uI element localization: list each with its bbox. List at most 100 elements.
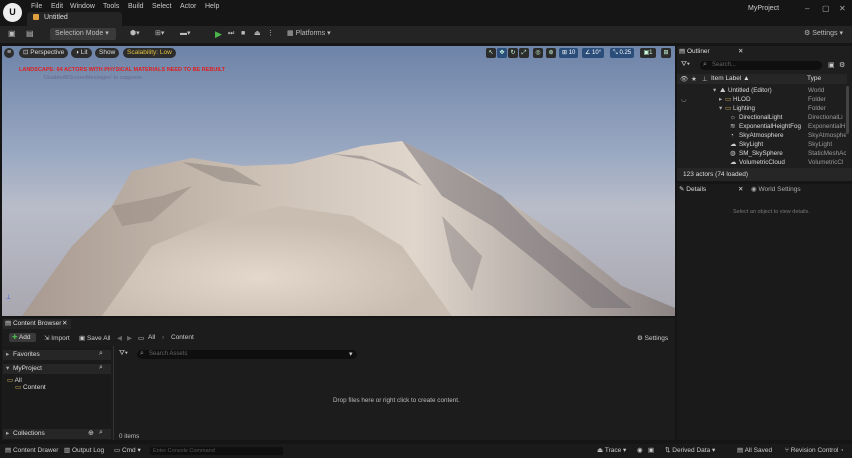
history-forward-icon[interactable]: ▶	[127, 334, 132, 342]
details-tab[interactable]: ✎ Details	[679, 185, 706, 195]
menu-tools[interactable]: Tools	[103, 3, 119, 10]
stop-icon[interactable]: ■	[241, 28, 245, 40]
derived-data-dropdown[interactable]: ⇅ Derived Data ▾	[665, 444, 715, 458]
translate-tool-icon[interactable]: ✥	[497, 48, 507, 58]
breadcrumb-all[interactable]: All	[148, 334, 155, 341]
collections-section[interactable]: Collections	[3, 429, 111, 439]
outliner-row[interactable]: ☁ VolumetricCloud VolumetricCl	[677, 158, 847, 167]
level-tab[interactable]: Untitled	[27, 12, 122, 26]
rotation-snap-button[interactable]: ∠ 10°	[582, 48, 605, 58]
outliner-row[interactable]: ◔ SkyAtmosphere SkyAtmosphe	[677, 131, 847, 140]
asset-filter-icon[interactable]: ⛛▾	[119, 350, 128, 358]
search-collections-icon[interactable]: ⌕	[99, 429, 103, 437]
rotate-tool-icon[interactable]: ↻	[508, 48, 518, 58]
cmd-dropdown[interactable]: ▭ Cmd ▾	[114, 444, 141, 458]
project-section[interactable]: MyProject	[3, 364, 111, 374]
save-icon[interactable]: ▣	[8, 28, 16, 40]
type-column-header[interactable]: Type	[807, 75, 821, 82]
menu-file[interactable]: File	[31, 3, 42, 10]
outliner-row[interactable]: ☼ DirectionalLight DirectionalLi	[677, 113, 847, 122]
outliner-row[interactable]: ◡ ▸ ▭ HLOD Folder	[677, 95, 847, 104]
project-section-label: MyProject	[13, 365, 42, 372]
history-back-icon[interactable]: ◀	[117, 334, 122, 342]
import-button[interactable]: ⇲ Import	[44, 334, 70, 342]
maximize-icon[interactable]: ▢	[822, 4, 830, 13]
close-window-icon[interactable]: ✕	[839, 4, 846, 13]
pin-column-icon[interactable]: ⊥	[702, 75, 708, 83]
trace-dropdown[interactable]: ⏏ Trace ▾	[597, 444, 626, 458]
breadcrumb-content[interactable]: Content	[171, 334, 194, 341]
surface-snap-icon[interactable]: ⊛	[546, 48, 556, 58]
console-input[interactable]: Enter Console Command	[150, 447, 283, 455]
play-icon[interactable]: ▶	[215, 28, 222, 40]
unreal-logo-icon[interactable]: U	[3, 3, 22, 22]
search-dropdown-icon[interactable]: ▾	[349, 350, 353, 358]
selection-mode-dropdown[interactable]: Selection Mode ▾	[50, 28, 116, 40]
menu-build[interactable]: Build	[128, 3, 144, 10]
viewport-menu-icon[interactable]: ≡	[4, 48, 14, 58]
eject-icon[interactable]: ⏏	[254, 28, 261, 40]
camera-speed-button[interactable]: ▣1	[640, 48, 656, 58]
menu-edit[interactable]: Edit	[51, 3, 63, 10]
world-space-icon[interactable]: ◎	[533, 48, 543, 58]
splitter[interactable]	[113, 346, 114, 440]
search-favorites-icon[interactable]: ⌕	[99, 350, 103, 358]
more-options-icon[interactable]: ⋮	[267, 28, 274, 40]
show-button[interactable]: Show	[95, 48, 120, 58]
record-icon[interactable]: ◉	[637, 444, 643, 458]
step-icon[interactable]: ⏭	[228, 28, 234, 40]
add-collection-icon[interactable]: ⊕	[88, 429, 94, 437]
all-saved-indicator[interactable]: ▤ All Saved	[737, 444, 772, 458]
filter-icon[interactable]: ⛛▾	[681, 61, 690, 69]
menu-actor[interactable]: Actor	[180, 3, 196, 10]
outliner-row[interactable]: ≋ ExponentialHeightFog ExponentialH	[677, 122, 847, 131]
screenshot-icon[interactable]: ▣	[648, 444, 654, 458]
scale-snap-button[interactable]: ⤡ 0.25	[610, 48, 635, 58]
outliner-row[interactable]: ▾ ▭ Lighting Folder	[677, 104, 847, 113]
tree-item-content[interactable]: ▭ Content	[15, 383, 46, 391]
outliner-row[interactable]: ◍ SM_SkySphere StaticMeshAc	[677, 149, 847, 158]
add-button[interactable]: ✚ Add	[9, 333, 36, 342]
outliner-scrollbar[interactable]	[846, 86, 849, 134]
asset-search-input[interactable]: Search Assets	[137, 350, 357, 359]
select-tool-icon[interactable]: ↖	[486, 48, 496, 58]
close-outliner-icon[interactable]: ✕	[738, 47, 743, 57]
content-icon[interactable]: ▤	[26, 28, 34, 40]
outliner-row[interactable]: ☁ SkyLight SkyLight	[677, 140, 847, 149]
menu-help[interactable]: Help	[205, 3, 219, 10]
perspective-button[interactable]: ⊡ Perspective	[19, 48, 69, 58]
lit-button[interactable]: ◑ Lit	[71, 48, 92, 58]
platforms-dropdown[interactable]: ▦ Platforms ▾	[287, 28, 331, 40]
revision-control-dropdown[interactable]: ⑂ Revision Control ▾	[785, 444, 844, 458]
world-settings-tab[interactable]: ◉ World Settings	[751, 185, 801, 195]
settings-dropdown[interactable]: ⚙ Settings ▾	[804, 28, 843, 40]
outliner-search-input[interactable]: Search...	[700, 61, 822, 70]
close-content-browser-icon[interactable]: ✕	[62, 319, 67, 329]
star-column-icon[interactable]: ★	[691, 75, 697, 83]
outliner-row[interactable]: ▾ ⛰ Untitled (Editor) World	[677, 86, 847, 95]
content-drawer-button[interactable]: ▤ Content Drawer	[5, 444, 58, 458]
maximize-viewport-icon[interactable]: ⊞	[661, 48, 671, 58]
add-folder-icon[interactable]: ▣	[828, 61, 835, 69]
menu-select[interactable]: Select	[152, 3, 171, 10]
search-project-icon[interactable]: ⌕	[99, 364, 103, 372]
minimize-icon[interactable]: –	[805, 4, 809, 13]
close-details-icon[interactable]: ✕	[738, 185, 743, 195]
scale-tool-icon[interactable]: ⤢	[519, 48, 529, 58]
output-log-button[interactable]: ▥ Output Log	[64, 444, 104, 458]
content-browser-tab[interactable]: ▤ Content Browser	[5, 319, 61, 329]
outliner-settings-icon[interactable]: ⚙	[839, 61, 845, 69]
save-all-button[interactable]: ▣ Save All	[79, 334, 110, 342]
scalability-button[interactable]: Scalability: Low	[123, 48, 176, 58]
grid-snap-button[interactable]: ⊞ 10	[559, 48, 579, 58]
menu-window[interactable]: Window	[70, 3, 95, 10]
level-viewport[interactable]	[2, 46, 675, 316]
blueprint-icon[interactable]: ⊞▾	[155, 28, 164, 40]
visibility-column-icon[interactable]: 👁	[680, 75, 688, 83]
cinematics-icon[interactable]: ▬▾	[180, 28, 191, 40]
item-label-column-header[interactable]: Item Label ▲	[711, 75, 750, 82]
favorites-section[interactable]: Favorites	[3, 350, 111, 360]
add-actor-icon[interactable]: ⬢▾	[130, 28, 140, 40]
content-settings-button[interactable]: ⚙ Settings	[637, 334, 668, 342]
outliner-tab[interactable]: ▤ Outliner	[679, 47, 710, 57]
